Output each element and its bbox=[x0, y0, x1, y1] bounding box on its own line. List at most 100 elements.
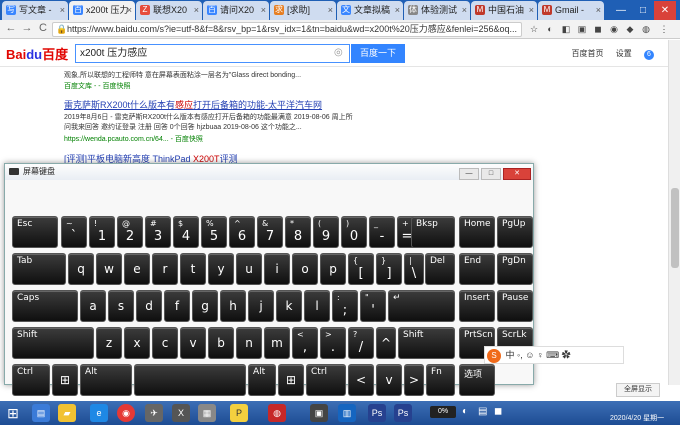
key-semi[interactable]: :; bbox=[332, 290, 358, 322]
key-s[interactable]: s bbox=[108, 290, 134, 322]
tray-icon[interactable]: ◼ bbox=[494, 406, 502, 417]
key-pgdn[interactable]: PgDn bbox=[497, 253, 533, 285]
menu-icon[interactable]: ⋮ bbox=[658, 23, 670, 35]
extension-icon[interactable]: ▣ bbox=[576, 23, 588, 35]
minimize-button[interactable]: — bbox=[610, 1, 632, 21]
browser-tab[interactable]: Z 联想X20 × bbox=[136, 1, 202, 20]
key-y[interactable]: y bbox=[208, 253, 234, 285]
browser-tab[interactable]: 体体验测试 × bbox=[404, 1, 470, 20]
tab-close-icon[interactable]: × bbox=[462, 1, 467, 20]
browser-tab[interactable]: 求 [求助] × bbox=[270, 1, 336, 20]
tab-close-icon[interactable]: × bbox=[596, 1, 601, 20]
tray-icon[interactable]: ◐ bbox=[462, 406, 468, 417]
sogou-icon[interactable]: S bbox=[487, 349, 501, 363]
chrome-icon[interactable]: ◉ bbox=[117, 404, 135, 422]
tab-close-icon[interactable]: × bbox=[261, 1, 266, 20]
key-bksp[interactable]: Bksp bbox=[411, 216, 455, 248]
key-n[interactable]: n bbox=[236, 327, 262, 359]
app-icon[interactable]: P bbox=[230, 404, 248, 422]
key-up[interactable]: ^ bbox=[376, 327, 396, 359]
key-l[interactable]: l bbox=[304, 290, 330, 322]
network-icon[interactable]: ✈ bbox=[145, 404, 163, 422]
key-slash[interactable]: ? / bbox=[348, 327, 374, 359]
tab-close-icon[interactable]: × bbox=[127, 1, 132, 20]
app-icon[interactable]: ▣ bbox=[310, 404, 328, 422]
tray-icon[interactable]: ▤ bbox=[478, 406, 487, 417]
key-minus[interactable]: _ - bbox=[369, 216, 395, 248]
key-alt-r[interactable]: Alt bbox=[248, 364, 276, 396]
key-esc[interactable]: Esc bbox=[12, 216, 58, 248]
key-caps[interactable]: Caps bbox=[12, 290, 78, 322]
key-left[interactable]: < bbox=[348, 364, 374, 396]
extension-icon[interactable]: ◐ bbox=[544, 23, 556, 35]
key-shift-r[interactable]: Shift bbox=[398, 327, 455, 359]
key-u[interactable]: u bbox=[236, 253, 262, 285]
key-c[interactable]: c bbox=[152, 327, 178, 359]
osk-minimize-button[interactable]: — bbox=[459, 168, 479, 180]
key-w[interactable]: w bbox=[96, 253, 122, 285]
ime-options[interactable]: 中 ◦, ☺ ♀ ⌨ ✿ bbox=[506, 350, 571, 360]
browser-tab[interactable]: M Gmail - × bbox=[538, 1, 604, 20]
key-x[interactable]: x bbox=[124, 327, 150, 359]
key-right[interactable]: > bbox=[404, 364, 424, 396]
extension-icon[interactable]: ◼ bbox=[592, 23, 604, 35]
key-r[interactable]: r bbox=[152, 253, 178, 285]
key-g[interactable]: g bbox=[192, 290, 218, 322]
key-e[interactable]: e bbox=[124, 253, 150, 285]
tab-close-icon[interactable]: × bbox=[60, 1, 65, 20]
key-fn[interactable]: Fn bbox=[426, 364, 455, 396]
clock[interactable]: 2020/4/20 星期一 bbox=[610, 413, 664, 423]
photoshop-icon[interactable]: Ps bbox=[368, 404, 386, 422]
url-field[interactable]: 🔒 https://www.baidu.com/s?ie=utf-8&f=8&r… bbox=[52, 22, 522, 37]
photoshop-icon[interactable]: Ps bbox=[394, 404, 412, 422]
key-pgup[interactable]: PgUp bbox=[497, 216, 533, 248]
extension-icon[interactable]: ◧ bbox=[560, 23, 572, 35]
ime-toolbar[interactable]: S 中 ◦, ☺ ♀ ⌨ ✿ bbox=[484, 346, 624, 364]
key-win-r[interactable]: ⊞ bbox=[278, 364, 304, 396]
start-icon[interactable]: ⊞ bbox=[4, 404, 22, 422]
browser-tab[interactable]: 百 x200t 压力 × bbox=[69, 1, 135, 20]
key-lbr[interactable]: {[ bbox=[348, 253, 374, 285]
app-icon[interactable]: ▦ bbox=[198, 404, 216, 422]
key-alt[interactable]: Alt bbox=[80, 364, 132, 396]
key-j[interactable]: j bbox=[248, 290, 274, 322]
key-n3[interactable]: #3 bbox=[145, 216, 171, 248]
close-button[interactable]: ✕ bbox=[654, 1, 676, 21]
key-o[interactable]: o bbox=[292, 253, 318, 285]
tab-close-icon[interactable]: × bbox=[395, 1, 400, 20]
key-tab[interactable]: Tab bbox=[12, 253, 66, 285]
browser-tab[interactable]: 百请问X20 × bbox=[203, 1, 269, 20]
bookmark-star-icon[interactable]: ☆ bbox=[528, 23, 540, 35]
battery-indicator[interactable]: 0% bbox=[430, 406, 456, 418]
camera-icon[interactable]: ◎ bbox=[334, 47, 343, 58]
key-insert[interactable]: Insert bbox=[459, 290, 495, 322]
scroll-thumb[interactable] bbox=[671, 188, 679, 268]
reload-button[interactable]: C bbox=[36, 22, 50, 34]
key-n4[interactable]: $4 bbox=[173, 216, 199, 248]
folder-icon[interactable]: ▰ bbox=[58, 404, 76, 422]
maximize-button[interactable]: □ bbox=[632, 1, 654, 21]
key-enter[interactable]: ↵ bbox=[388, 290, 455, 322]
file-explorer-icon[interactable]: ▤ bbox=[32, 404, 50, 422]
key-tilde[interactable]: ~ ` bbox=[61, 216, 87, 248]
key-home[interactable]: Home bbox=[459, 216, 495, 248]
key-period[interactable]: >. bbox=[320, 327, 346, 359]
result-source[interactable]: 百度文库 - - 百度快照 bbox=[64, 81, 131, 91]
extension-icon[interactable]: ◆ bbox=[624, 23, 636, 35]
more-icon[interactable]: 6 bbox=[644, 50, 654, 60]
key-i[interactable]: i bbox=[264, 253, 290, 285]
page-scrollbar[interactable] bbox=[668, 40, 680, 385]
key-quote[interactable]: " ' bbox=[360, 290, 386, 322]
fullscreen-button[interactable]: 全屏显示 bbox=[616, 383, 660, 397]
key-n1[interactable]: ! 1 bbox=[89, 216, 115, 248]
key-f[interactable]: f bbox=[164, 290, 190, 322]
result-title-link[interactable]: 雷克萨斯RX200t什么版本有感应打开后备箱的功能-太平洋汽车网 bbox=[64, 98, 322, 111]
browser-tab[interactable]: 文文章拟稿 × bbox=[337, 1, 403, 20]
key-rbr[interactable]: }] bbox=[376, 253, 402, 285]
key-space[interactable] bbox=[134, 364, 246, 396]
browser-tab[interactable]: M 中国石油 × bbox=[471, 1, 537, 20]
key-n6[interactable]: ^ 6 bbox=[229, 216, 255, 248]
key-t[interactable]: t bbox=[180, 253, 206, 285]
app-icon[interactable]: X bbox=[172, 404, 190, 422]
key-win[interactable]: ⊞ bbox=[52, 364, 78, 396]
